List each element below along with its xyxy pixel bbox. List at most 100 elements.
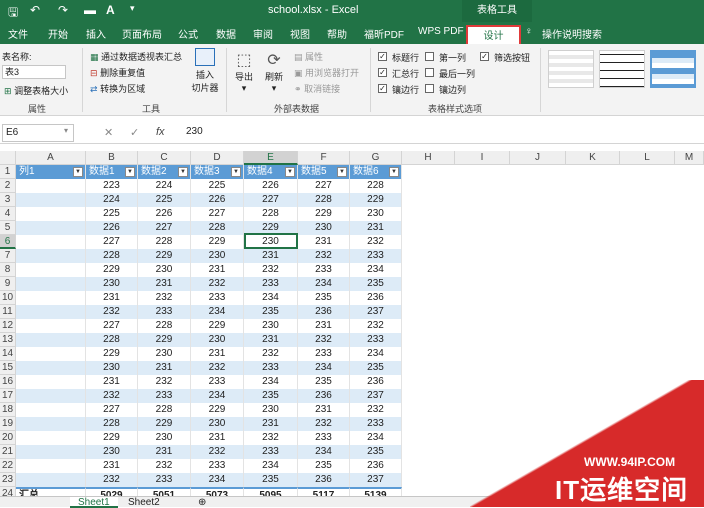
table-cell[interactable]: 233 [350,417,402,431]
table-cell[interactable]: 231 [138,277,191,291]
resize-table-button[interactable]: ⊞ 调整表格大小 [4,84,68,97]
tab-review[interactable]: 审阅 [253,26,273,41]
column-header-L[interactable]: L [620,151,675,165]
table-cell[interactable]: 232 [86,389,138,403]
row-header-12[interactable]: 12 [0,319,16,333]
column-header-K[interactable]: K [566,151,620,165]
table-cell[interactable]: 234 [191,389,244,403]
row-header-24[interactable]: 24 [0,487,16,496]
row-header-19[interactable]: 19 [0,417,16,431]
table-cell[interactable]: 237 [350,473,402,487]
table-cell[interactable]: 235 [350,445,402,459]
row-header-13[interactable]: 13 [0,333,16,347]
total-cell[interactable]: 5073 [191,487,244,496]
column-header-C[interactable]: C [138,151,191,165]
table-cell[interactable]: 231 [191,263,244,277]
table-cell[interactable] [16,431,86,445]
table-cell[interactable]: 228 [298,193,350,207]
table-cell[interactable]: 230 [86,445,138,459]
table-cell[interactable]: 234 [350,347,402,361]
table-cell[interactable]: 231 [244,417,298,431]
table-cell[interactable]: 236 [350,375,402,389]
tab-page-layout[interactable]: 页面布局 [122,26,162,41]
table-cell[interactable]: 229 [191,235,244,249]
tab-data[interactable]: 数据 [216,26,236,41]
row-header-5[interactable]: 5 [0,221,16,235]
table-cell[interactable]: 229 [298,207,350,221]
table-cell[interactable]: 235 [244,389,298,403]
remove-duplicates-button[interactable]: ⊟ 删除重复值 [90,66,145,79]
total-cell[interactable]: 5139 [350,487,402,496]
table-cell[interactable] [16,417,86,431]
table-cell[interactable]: 229 [138,417,191,431]
table-cell[interactable]: 229 [86,431,138,445]
table-cell[interactable]: 233 [350,249,402,263]
column-header-M[interactable]: M [675,151,704,165]
table-style-blue-selected[interactable] [650,50,696,88]
banded-rows-checkbox[interactable]: ✓ [378,84,387,93]
table-cell[interactable]: 231 [138,445,191,459]
table-cell[interactable] [16,319,86,333]
table-header-cell[interactable]: 数据2 ▼ [138,165,191,179]
table-cell[interactable]: 236 [298,305,350,319]
row-header-10[interactable]: 10 [0,291,16,305]
tell-me-search[interactable]: 操作说明搜索 [542,26,602,41]
table-cell[interactable]: 233 [298,347,350,361]
table-cell[interactable] [16,291,86,305]
row-header-6[interactable]: 6 [0,235,16,249]
table-cell[interactable] [16,263,86,277]
column-header-E[interactable]: E [244,151,298,165]
table-cell[interactable]: 227 [86,403,138,417]
table-cell[interactable]: 229 [191,319,244,333]
row-header-21[interactable]: 21 [0,445,16,459]
save-icon[interactable]: 🖫 [8,3,18,24]
table-cell[interactable]: 232 [244,263,298,277]
table-cell[interactable]: 233 [350,333,402,347]
table-cell[interactable]: 233 [191,291,244,305]
table-cell[interactable] [16,333,86,347]
table-cell[interactable]: 233 [138,389,191,403]
table-cell[interactable]: 232 [86,305,138,319]
table-cell[interactable]: 231 [298,319,350,333]
column-header-I[interactable]: I [455,151,510,165]
formula-input[interactable]: 230 [186,126,203,137]
table-name-input[interactable]: 表3 [2,65,66,79]
table-cell[interactable]: 230 [191,333,244,347]
table-cell[interactable]: 227 [86,319,138,333]
table-cell[interactable]: 235 [298,375,350,389]
header-row-checkbox[interactable]: ✓ [378,52,387,61]
column-header-A[interactable]: A [16,151,86,165]
table-cell[interactable]: 230 [138,431,191,445]
table-cell[interactable]: 228 [244,207,298,221]
filter-button-checkbox[interactable]: ✓ [480,52,489,61]
table-cell[interactable]: 233 [244,277,298,291]
filter-dropdown-icon[interactable]: ▼ [337,167,347,177]
table-cell[interactable]: 231 [298,235,350,249]
table-cell[interactable]: 230 [86,361,138,375]
table-cell[interactable]: 235 [298,291,350,305]
refresh-button[interactable]: ⟳ 刷新 ▾ [262,50,286,98]
column-header-F[interactable]: F [298,151,350,165]
table-cell[interactable]: 234 [350,431,402,445]
table-cell[interactable]: 232 [191,277,244,291]
row-header-8[interactable]: 8 [0,263,16,277]
table-cell[interactable]: 231 [350,221,402,235]
row-header-14[interactable]: 14 [0,347,16,361]
table-cell[interactable]: 226 [86,221,138,235]
table-cell[interactable] [16,445,86,459]
column-header-B[interactable]: B [86,151,138,165]
table-cell[interactable]: 235 [298,459,350,473]
table-cell[interactable]: 231 [86,291,138,305]
tab-design[interactable]: 设计 [466,25,521,44]
table-cell[interactable]: 224 [86,193,138,207]
table-cell[interactable]: 234 [298,445,350,459]
table-cell[interactable]: 232 [298,333,350,347]
convert-to-range-button[interactable]: ⇄ 转换为区域 [90,82,145,95]
table-cell[interactable]: 232 [298,249,350,263]
table-header-cell[interactable]: 数据6 ▼ [350,165,402,179]
table-cell[interactable]: 225 [86,207,138,221]
table-cell[interactable]: 236 [298,389,350,403]
table-cell[interactable]: 229 [86,347,138,361]
table-cell[interactable]: 228 [350,179,402,193]
table-cell[interactable]: 228 [191,221,244,235]
